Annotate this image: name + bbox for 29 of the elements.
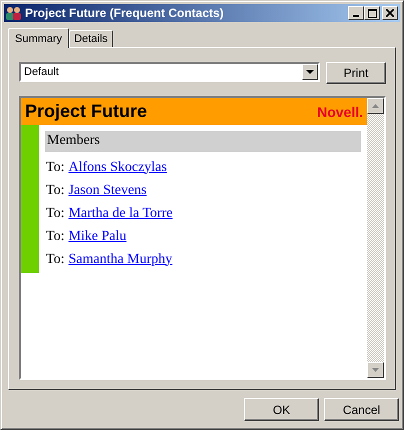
contact-link[interactable]: Samantha Murphy (68, 252, 172, 268)
tab[interactable]: Details (69, 30, 113, 47)
section-header: Members (45, 131, 361, 152)
dialog-button[interactable]: OK (244, 398, 319, 421)
contact-link[interactable]: Jason Stevens (68, 182, 147, 198)
maximize-icon (368, 8, 376, 18)
scroll-down-icon[interactable] (367, 362, 384, 378)
contact-link[interactable]: Alfons Skoczylas (68, 160, 167, 176)
recipient-label: To: (46, 252, 64, 268)
recipient-label: To: (46, 206, 64, 222)
close-icon (386, 9, 394, 17)
recipient-label: To: (46, 160, 64, 176)
minimize-button[interactable] (348, 6, 364, 20)
contact-link[interactable]: Martha de la Torre (68, 206, 173, 222)
maximize-button[interactable] (364, 6, 380, 20)
brand-logo: Novell. (317, 104, 363, 120)
print-button[interactable]: Print (326, 62, 386, 84)
people-icon (6, 6, 22, 20)
tab[interactable]: Summary (8, 28, 70, 48)
close-button[interactable] (382, 6, 398, 20)
contact-link[interactable]: Mike Palu (68, 228, 126, 244)
recipient-label: To: (46, 182, 64, 198)
scroll-up-icon[interactable] (367, 98, 384, 114)
scrollbar[interactable] (367, 98, 384, 378)
dialog-button[interactable]: Cancel (324, 398, 399, 421)
recipient-label: To: (46, 228, 64, 244)
view-dropdown[interactable]: Default (19, 62, 320, 82)
window-title: Project Future (Frequent Contacts) (25, 6, 225, 20)
page-heading: Project Future (25, 101, 148, 122)
